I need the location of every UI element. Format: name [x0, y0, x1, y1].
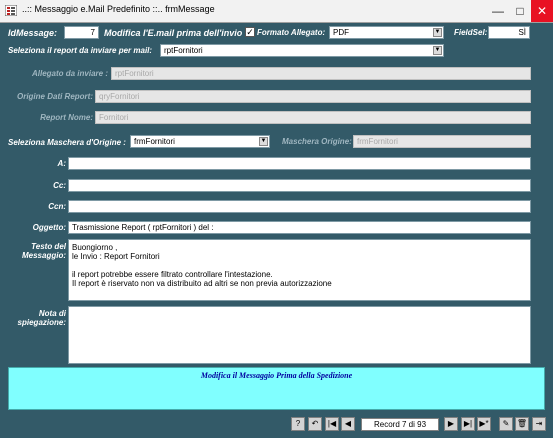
banner-text: Modifica il Messaggio Prima della Spediz…	[200, 371, 353, 380]
window-title: ..:: Messaggio e.Mail Predefinito ::.. f…	[22, 4, 215, 14]
undo-icon[interactable]: ↶	[308, 417, 322, 431]
formato-label: Formato Allegato:	[257, 28, 326, 37]
ccn-field[interactable]	[68, 200, 531, 213]
allegato-field: rptFornitori	[111, 67, 531, 80]
modifica-checkbox[interactable]: ✓	[245, 27, 255, 37]
allegato-label: Allegato da inviare :	[31, 69, 108, 78]
oggetto-label: Oggetto:	[32, 223, 66, 232]
maschera-select[interactable]: frmFornitori ▼	[130, 135, 270, 148]
a-field[interactable]	[68, 157, 531, 170]
chevron-down-icon[interactable]: ▼	[259, 137, 268, 146]
maschera-origine-field: frmFornitori	[353, 135, 531, 148]
new-record-button[interactable]: ▶*	[477, 417, 491, 431]
maximize-button[interactable]: □	[509, 0, 531, 22]
first-record-button[interactable]: |◀	[325, 417, 339, 431]
info-banner: Modifica il Messaggio Prima della Spediz…	[8, 367, 545, 410]
seleziona-report-label: Seleziona il report da inviare per mail:	[8, 46, 153, 55]
report-value: rptFornitori	[164, 46, 203, 55]
report-nome-field: Fornitori	[95, 111, 531, 124]
testo-textarea[interactable]: Buongiorno , le Invio : Report Fornitori…	[68, 239, 531, 301]
origine-dati-field: qryFornitori	[95, 90, 531, 103]
nota-label: Nota di spiegazione:	[17, 309, 66, 327]
a-label: A:	[57, 159, 66, 168]
maschera-value: frmFornitori	[134, 137, 175, 146]
next-record-button[interactable]: ▶	[444, 417, 458, 431]
delete-icon[interactable]: 🗑	[515, 417, 529, 431]
cc-label: Cc:	[53, 181, 66, 190]
fieldsel-field[interactable]: SÌ	[488, 26, 530, 39]
maschera-origine-label: Maschera Origine:	[282, 137, 352, 146]
title-bar: ..:: Messaggio e.Mail Predefinito ::.. f…	[0, 0, 553, 23]
modifica-label: Modifica l'E.mail prima dell'invio	[104, 28, 243, 38]
exit-icon[interactable]: ⇥	[532, 417, 546, 431]
testo-label: Testo del Messaggio:	[21, 242, 66, 260]
origine-dati-label: Origine Dati Report:	[16, 92, 93, 101]
nota-textarea[interactable]	[68, 306, 531, 364]
minimize-button[interactable]: —	[487, 0, 509, 22]
report-select[interactable]: rptFornitori ▼	[160, 44, 444, 57]
chevron-down-icon[interactable]: ▼	[433, 46, 442, 55]
close-button[interactable]: ✕	[531, 0, 553, 22]
oggetto-field[interactable]: Trasmissione Report ( rptFornitori ) del…	[68, 221, 531, 234]
formato-select[interactable]: PDF ▼	[329, 26, 444, 39]
edit-record-icon[interactable]: ✎	[499, 417, 513, 431]
record-counter: Record 7 di 93	[361, 418, 439, 431]
id-field[interactable]: 7	[64, 26, 99, 39]
formato-value: PDF	[333, 28, 349, 37]
form-icon	[5, 5, 17, 16]
prev-record-button[interactable]: ◀	[341, 417, 355, 431]
help-icon[interactable]: ?	[291, 417, 305, 431]
seleziona-maschera-label: Seleziona Maschera d'Origine :	[8, 138, 126, 147]
chevron-down-icon[interactable]: ▼	[433, 28, 442, 37]
report-nome-label: Report Nome:	[40, 113, 93, 122]
cc-field[interactable]	[68, 179, 531, 192]
id-label: IdMessage:	[8, 28, 58, 38]
ccn-label: Ccn:	[48, 202, 66, 211]
last-record-button[interactable]: ▶|	[461, 417, 475, 431]
form-window: ..:: Messaggio e.Mail Predefinito ::.. f…	[0, 0, 553, 438]
fieldsel-label: FieldSel:	[454, 28, 488, 37]
